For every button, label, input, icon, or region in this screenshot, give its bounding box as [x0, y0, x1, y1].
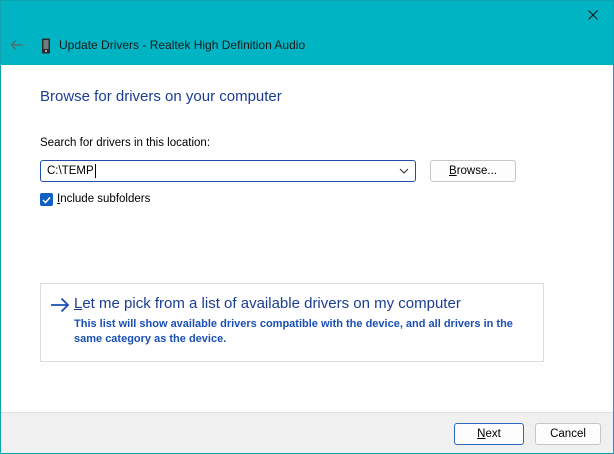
browse-label: Browse... — [449, 165, 497, 177]
back-button[interactable] — [6, 36, 28, 54]
next-button[interactable]: Next — [454, 423, 524, 445]
back-arrow-icon — [10, 40, 23, 50]
close-button[interactable] — [579, 3, 607, 27]
search-location-label: Search for drivers in this location: — [40, 137, 211, 149]
close-icon — [588, 10, 598, 20]
checkmark-icon — [42, 196, 51, 204]
update-drivers-window: Update Drivers - Realtek High Definition… — [0, 0, 614, 454]
footer-bar: Next Cancel — [1, 412, 613, 453]
search-location-input[interactable]: C:\TEMP — [47, 164, 96, 178]
device-icon — [42, 38, 50, 54]
pick-from-list-link[interactable]: Let me pick from a list of available dri… — [74, 295, 461, 312]
cancel-button[interactable]: Cancel — [535, 423, 601, 445]
pick-from-list-description: This list will show available drivers co… — [74, 318, 513, 345]
search-location-combobox[interactable]: C:\TEMP — [40, 160, 416, 182]
include-subfolders-label[interactable]: Include subfolders — [57, 193, 150, 205]
right-arrow-icon — [51, 297, 70, 313]
window-title: Update Drivers - Realtek High Definition… — [59, 38, 306, 52]
chevron-down-icon — [399, 168, 409, 174]
page-heading: Browse for drivers on your computer — [40, 88, 282, 105]
include-subfolders-checkbox[interactable] — [40, 193, 53, 206]
title-bar: Update Drivers - Realtek High Definition… — [1, 1, 613, 65]
location-dropdown-button[interactable] — [395, 162, 413, 180]
browse-button[interactable]: Browse... — [430, 160, 516, 182]
pick-from-list-option[interactable]: Let me pick from a list of available dri… — [40, 283, 544, 362]
next-label: Next — [477, 428, 501, 440]
